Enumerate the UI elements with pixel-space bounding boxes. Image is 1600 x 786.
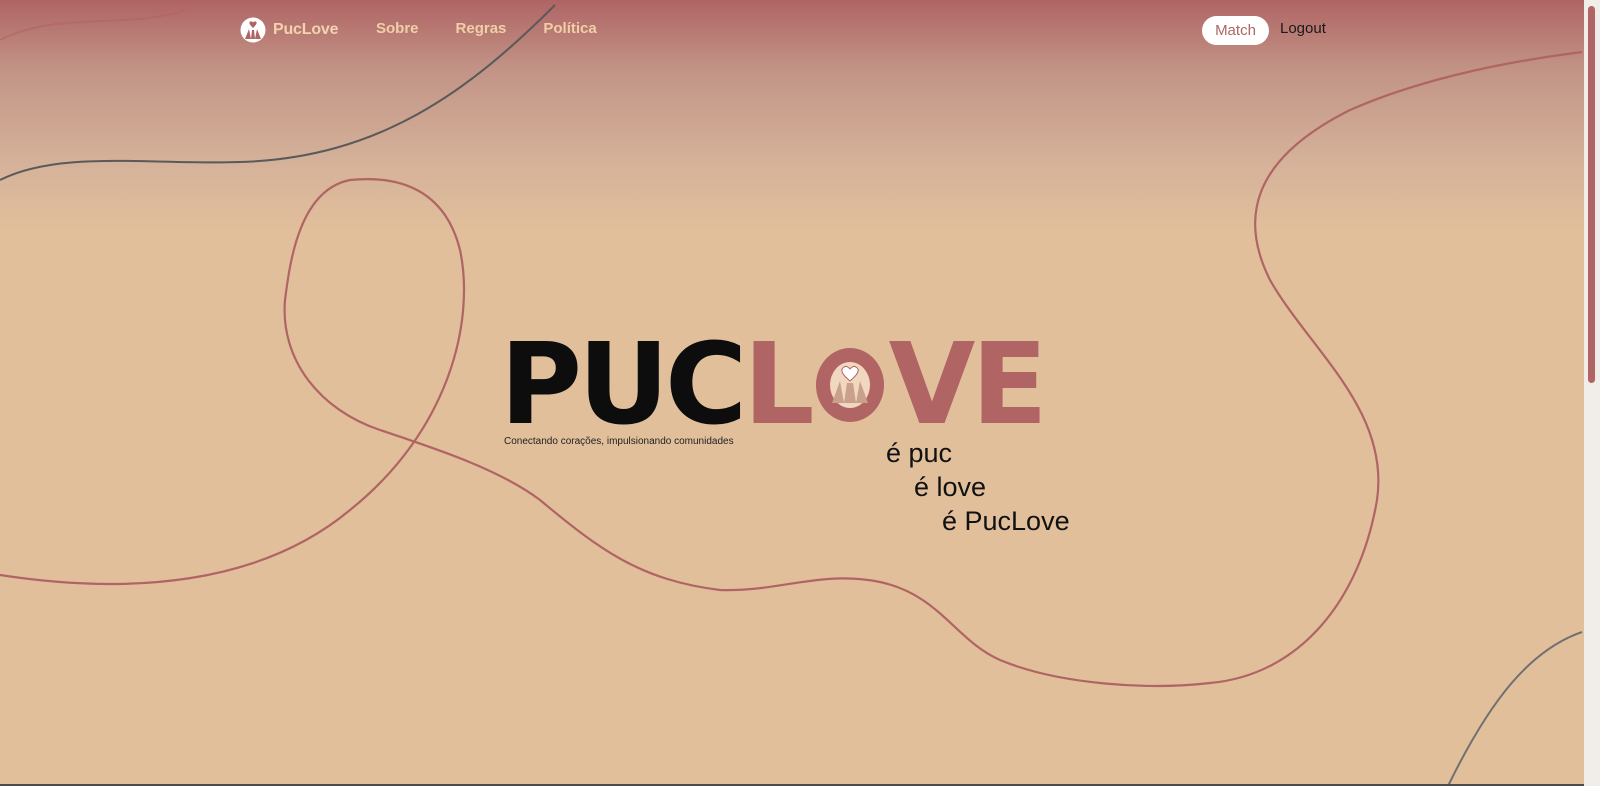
brand-link[interactable]: PucLove [240, 16, 338, 44]
nav-link-politica[interactable]: Política [543, 20, 596, 37]
heart-hands-icon [815, 348, 884, 422]
hero-logo: PUC L VE [500, 329, 1048, 441]
logout-button[interactable]: Logout [1280, 20, 1326, 37]
nav-link-sobre[interactable]: Sobre [376, 20, 419, 37]
hero-logo-puc: PUC [500, 320, 747, 450]
hero-logo-love: L VE [743, 320, 1048, 450]
heart-hands-icon [240, 17, 266, 43]
match-button[interactable]: Match [1202, 16, 1269, 45]
navbar: PucLove Sobre Regras Política Match Logo… [0, 0, 1584, 60]
slogan-line-3: é PucLove [942, 506, 1070, 536]
nav-link-regras[interactable]: Regras [456, 20, 507, 37]
slogan-line-2: é love [914, 472, 987, 502]
scrollbar-thumb[interactable] [1588, 6, 1595, 383]
slogan-line-1: é puc [886, 438, 953, 468]
curve-dark-bottom-right [1447, 631, 1583, 786]
hero-logo-ve: VE [888, 320, 1048, 450]
brand-name: PucLove [273, 21, 339, 38]
nav-links: Sobre Regras Política [376, 20, 634, 37]
hero-logo-l: L [743, 320, 814, 450]
tagline: Conectando corações, impulsionando comun… [504, 436, 734, 447]
